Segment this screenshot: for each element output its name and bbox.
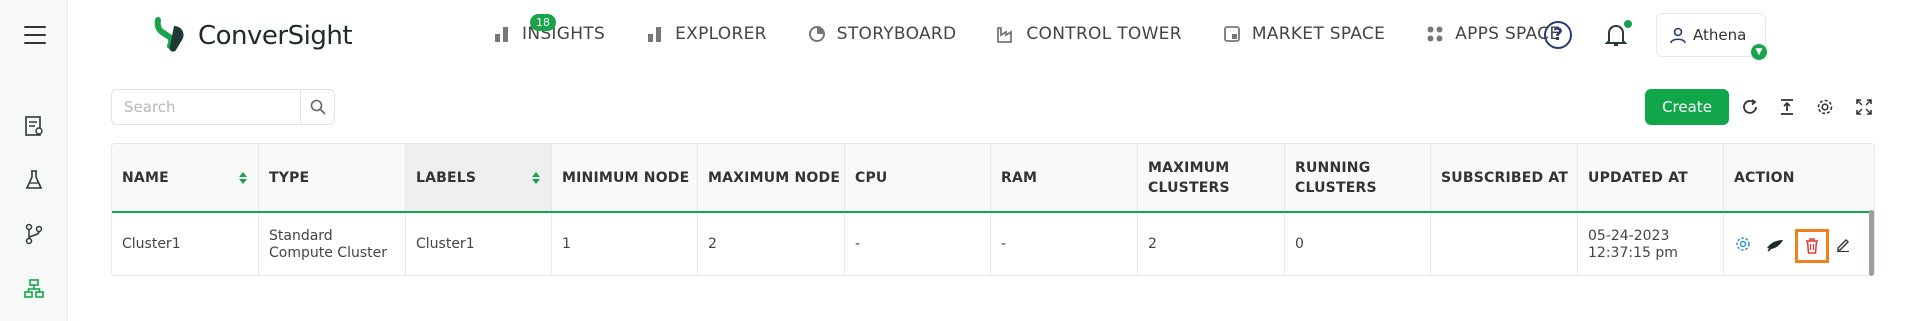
cell-cpu: - [845, 213, 991, 275]
column-header-label: MINIMUM NODE [562, 169, 690, 186]
cell-ram: - [991, 213, 1138, 275]
column-header-name[interactable]: NAME [112, 144, 259, 211]
notification-dot [1624, 20, 1632, 28]
nav-control-tower[interactable]: CONTROL TOWER [996, 24, 1182, 44]
brand-name: ConverSight [198, 21, 353, 51]
trash-icon [1806, 238, 1818, 254]
flask-icon[interactable] [22, 168, 46, 192]
column-header-maximum-clusters: MAXIMUM CLUSTERS [1138, 144, 1285, 211]
column-header-label: MAXIMUM NODE [708, 169, 841, 186]
bar-chart-icon [492, 24, 512, 44]
column-header-label: TYPE [269, 169, 310, 186]
search-icon[interactable] [300, 90, 334, 124]
column-header-label: RUNNING CLUSTERS [1295, 159, 1377, 196]
column-header-label: SUBSCRIBED AT [1441, 169, 1569, 186]
table-row[interactable]: Cluster1 Standard Compute Cluster Cluste… [112, 213, 1874, 275]
report-icon[interactable] [22, 114, 46, 138]
brand-logo[interactable]: ConverSight [152, 16, 353, 56]
column-header-label: RAM [1001, 169, 1038, 186]
column-header-maximum-node: MAXIMUM NODE [698, 144, 845, 211]
column-header-label: UPDATED AT [1588, 169, 1688, 186]
cell-subscribed-at [1431, 213, 1578, 275]
column-header-label: LABELS [416, 169, 477, 186]
store-icon [1222, 24, 1242, 44]
sitemap-icon[interactable] [22, 277, 46, 301]
pie-chart-icon [807, 24, 827, 44]
cell-updated-at: 05-24-2023 12:37:15 pm [1578, 213, 1724, 275]
column-header-minimum-node: MINIMUM NODE [552, 144, 698, 211]
nav-label: CONTROL TOWER [1026, 24, 1182, 44]
column-header-label: CPU [855, 169, 888, 186]
column-header-updated-at: UPDATED AT [1578, 144, 1724, 211]
column-header-action: ACTION [1724, 144, 1874, 211]
nav-market-space[interactable]: MARKET SPACE [1222, 24, 1385, 44]
search-input[interactable] [112, 90, 300, 124]
cell-type-text: Standard Compute Cluster [269, 227, 387, 261]
sort-icon[interactable] [531, 171, 541, 185]
cell-min-node: 1 [552, 213, 698, 275]
settings-gear-icon[interactable] [1813, 95, 1837, 119]
main-nav: INSIGHTS EXPLORER STORYBOARD CONTROL TOW… [492, 24, 1600, 44]
column-header-label: MAXIMUM CLUSTERS [1148, 159, 1230, 196]
conversight-logo-icon [154, 17, 184, 52]
nav-label: STORYBOARD [836, 24, 957, 44]
user-name: Athena [1693, 26, 1747, 44]
export-icon[interactable] [1775, 95, 1799, 119]
column-header-cpu: CPU [845, 144, 991, 211]
top-bar: ConverSight INSIGHTS EXPLORER STORYBOARD… [68, 0, 1920, 72]
hamburger-menu-icon[interactable] [24, 26, 46, 46]
chevron-down-icon[interactable]: ▼ [1751, 44, 1767, 60]
cell-updated-at-text: 05-24-2023 12:37:15 pm [1588, 227, 1678, 261]
cell-max-node: 2 [698, 213, 845, 275]
left-rail [0, 0, 68, 321]
nav-label: MARKET SPACE [1251, 24, 1386, 44]
column-header-label: ACTION [1734, 169, 1795, 186]
column-header-running-clusters: RUNNING CLUSTERS [1285, 144, 1431, 211]
column-header-subscribed-at: SUBSCRIBED AT [1431, 144, 1578, 211]
column-header-labels[interactable]: LABELS [406, 144, 552, 211]
nav-apps-space[interactable]: APPS SPACE [1425, 24, 1560, 44]
edit-pencil-icon[interactable] [1832, 233, 1854, 255]
column-header-type: TYPE [259, 144, 406, 211]
launch-rocket-icon[interactable] [1764, 234, 1786, 256]
search-box [111, 89, 335, 125]
table-header: NAME TYPE LABELS MINIMUM NODE MAXIMUM NO… [112, 144, 1874, 213]
user-menu[interactable]: Athena [1656, 13, 1766, 57]
factory-icon [996, 24, 1016, 44]
table-scrollbar[interactable] [1869, 210, 1874, 276]
settings-gear-icon[interactable] [1732, 233, 1754, 255]
delete-button[interactable] [1795, 229, 1829, 263]
bar-chart-icon [645, 24, 665, 44]
user-icon [1670, 27, 1686, 44]
nav-label: EXPLORER [675, 24, 767, 44]
help-icon[interactable]: ? [1544, 21, 1572, 49]
storyboard-count-badge: 18 [530, 14, 556, 31]
column-header-label: NAME [122, 169, 169, 186]
refresh-icon[interactable] [1738, 95, 1762, 119]
cell-labels: Cluster1 [406, 213, 552, 275]
branch-icon[interactable] [22, 222, 46, 246]
fullscreen-icon[interactable] [1852, 95, 1876, 119]
create-button[interactable]: Create [1645, 89, 1729, 125]
cell-name: Cluster1 [112, 213, 259, 275]
cell-type: Standard Compute Cluster [259, 213, 406, 275]
cell-running-clusters: 0 [1285, 213, 1431, 275]
cell-max-clusters: 2 [1138, 213, 1285, 275]
column-header-ram: RAM [991, 144, 1138, 211]
sort-icon[interactable] [238, 171, 248, 185]
clusters-table: NAME TYPE LABELS MINIMUM NODE MAXIMUM NO… [111, 143, 1875, 276]
nav-storyboard[interactable]: STORYBOARD [807, 24, 957, 44]
apps-grid-icon [1425, 24, 1445, 44]
nav-explorer[interactable]: EXPLORER [645, 24, 767, 44]
